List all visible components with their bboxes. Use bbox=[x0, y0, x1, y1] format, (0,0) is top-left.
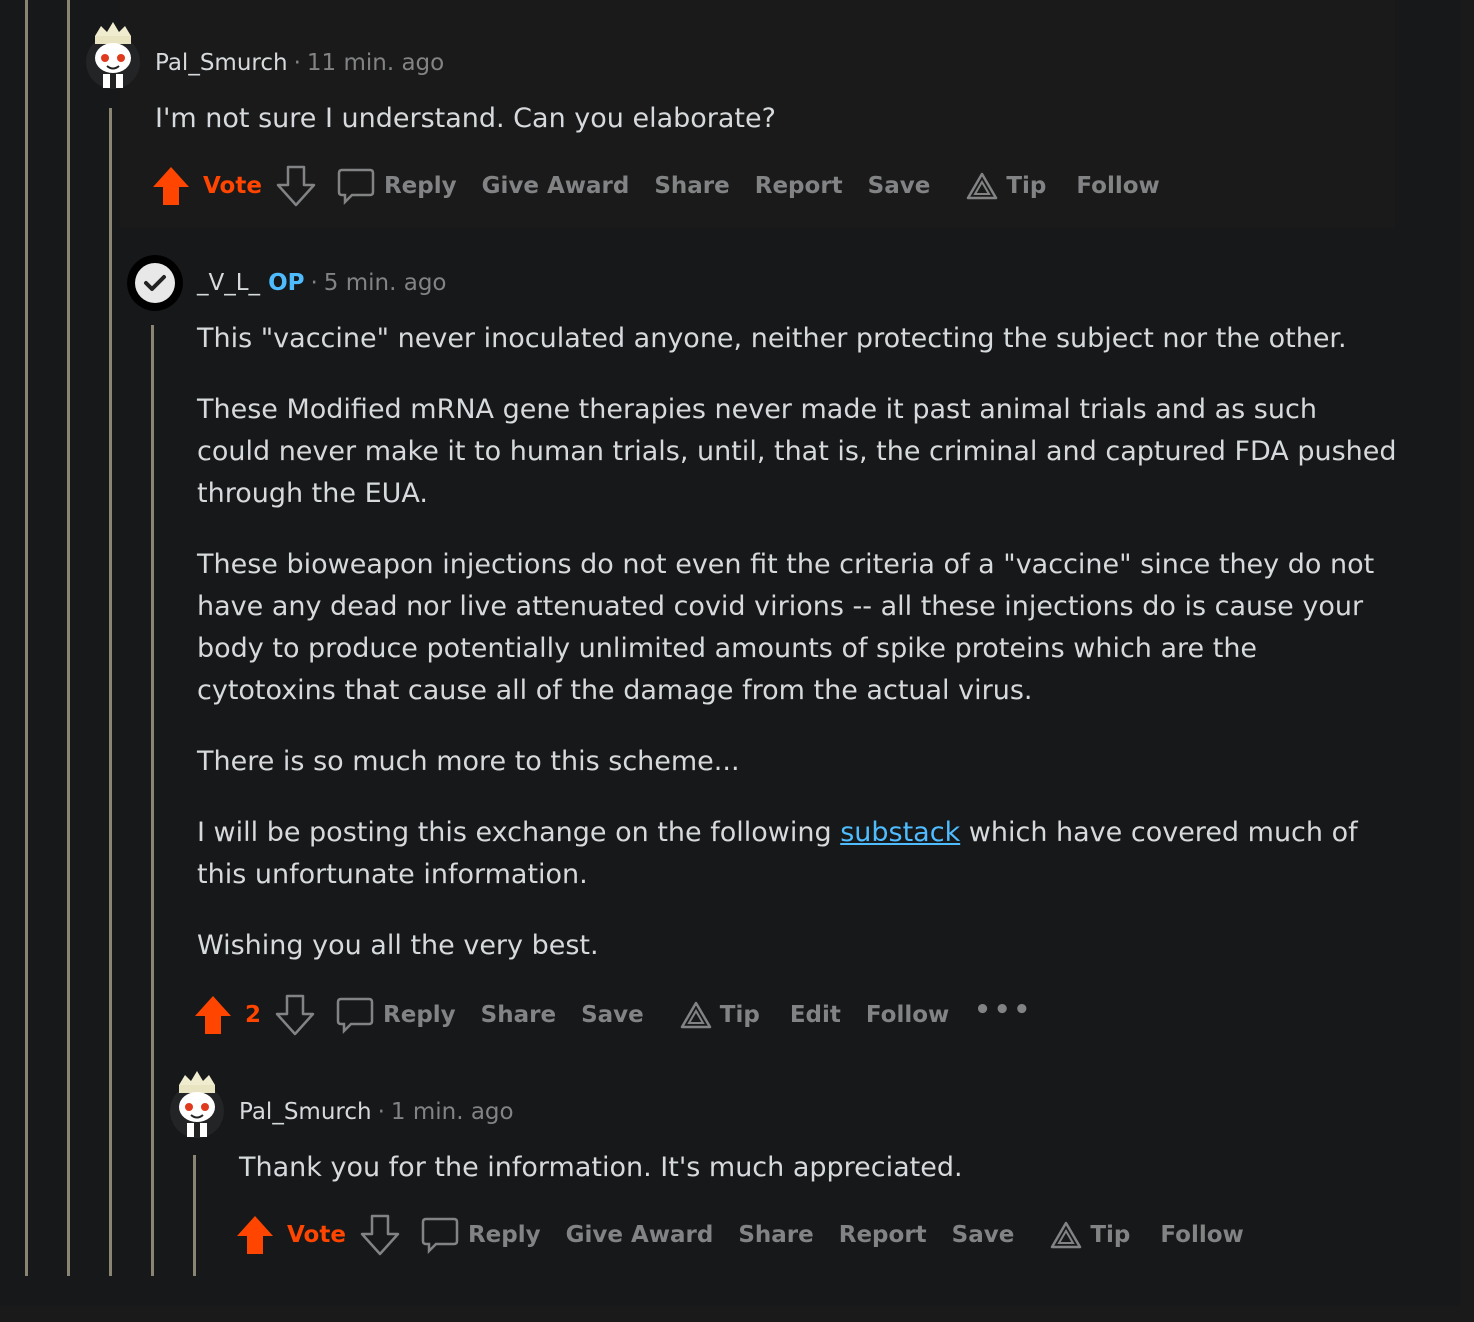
comment-body: I'm not sure I understand. Can you elabo… bbox=[155, 98, 1385, 169]
timestamp[interactable]: 5 min. ago bbox=[324, 270, 447, 296]
comment-paragraph: There is so much more to this scheme... bbox=[197, 746, 740, 777]
edit-label: Edit bbox=[789, 1002, 841, 1028]
comment-body: Thank you for the information. It's much… bbox=[239, 1147, 1389, 1218]
share-button[interactable]: Share bbox=[654, 173, 729, 199]
comment-bubble-icon bbox=[421, 1217, 459, 1255]
give-award-button[interactable]: Give Award bbox=[566, 1222, 714, 1248]
avatar[interactable] bbox=[127, 255, 183, 311]
share-label: Share bbox=[480, 1002, 557, 1028]
comment-paragraph: Thank you for the information. It's much… bbox=[239, 1152, 963, 1183]
comment-meta: _V_L_ OP · 5 min. ago bbox=[197, 270, 447, 296]
follow-button[interactable]: Follow bbox=[1160, 1222, 1243, 1248]
username[interactable]: Pal_Smurch bbox=[155, 50, 288, 76]
follow-button[interactable]: Follow bbox=[866, 1002, 949, 1028]
vote-count: Vote bbox=[287, 1222, 346, 1248]
share-button[interactable]: Share bbox=[481, 1002, 556, 1028]
share-label: Share bbox=[738, 1222, 814, 1248]
comment-paragraph-with-link: I will be posting this exchange on the f… bbox=[197, 812, 1397, 896]
save-label: Save bbox=[581, 1002, 644, 1028]
text: I will be posting this exchange on the f… bbox=[197, 817, 841, 848]
comment-bubble-icon bbox=[336, 997, 374, 1035]
reply-button[interactable]: Reply bbox=[335, 995, 456, 1035]
tip-button[interactable]: Tip bbox=[966, 172, 1046, 200]
give-award-button[interactable]: Give Award bbox=[482, 173, 630, 199]
reply-label: Reply bbox=[383, 1002, 456, 1028]
separator-dot: · bbox=[293, 50, 301, 76]
tip-button[interactable]: Tip bbox=[1050, 1221, 1130, 1249]
report-button[interactable]: Report bbox=[839, 1222, 927, 1248]
save-button[interactable]: Save bbox=[868, 173, 931, 199]
op-badge: OP bbox=[268, 270, 305, 296]
share-button[interactable]: Share bbox=[738, 1222, 813, 1248]
tip-label: Tip bbox=[719, 1002, 760, 1028]
give-award-label: Give Award bbox=[565, 1222, 714, 1248]
comment-paragraph: These bioweapon injections do not even f… bbox=[197, 549, 1375, 706]
comment-actions: Vote Reply Give Award Share Report Save … bbox=[151, 162, 1185, 210]
tip-icon bbox=[1051, 1221, 1082, 1249]
thread-line[interactable] bbox=[193, 1155, 196, 1276]
substack-link[interactable]: substack bbox=[840, 817, 960, 848]
comment-actions: 2 Reply Share Save Tip Edit Follow ••• bbox=[193, 991, 1058, 1039]
separator-dot: · bbox=[310, 270, 318, 296]
follow-button[interactable]: Follow bbox=[1076, 173, 1159, 199]
save-label: Save bbox=[867, 173, 931, 199]
report-label: Report bbox=[838, 1222, 927, 1248]
comment-body: This "vaccine" never inoculated anyone, … bbox=[197, 318, 1397, 996]
thread-line[interactable] bbox=[151, 325, 154, 1276]
comment-paragraph: I'm not sure I understand. Can you elabo… bbox=[155, 103, 776, 134]
downvote-icon[interactable] bbox=[275, 994, 315, 1036]
thread-line[interactable] bbox=[67, 0, 70, 1276]
edit-button[interactable]: Edit bbox=[790, 1002, 841, 1028]
username[interactable]: Pal_Smurch bbox=[239, 1099, 372, 1125]
tip-label: Tip bbox=[1090, 1222, 1131, 1248]
vote-count: Vote bbox=[203, 173, 262, 199]
more-options-icon[interactable]: ••• bbox=[974, 995, 1033, 1025]
save-button[interactable]: Save bbox=[952, 1222, 1015, 1248]
separator-dot: · bbox=[377, 1099, 385, 1125]
avatar[interactable] bbox=[85, 18, 141, 92]
upvote-icon[interactable] bbox=[151, 165, 191, 207]
tip-icon bbox=[967, 172, 998, 200]
reply-button[interactable]: Reply bbox=[336, 166, 457, 206]
downvote-icon[interactable] bbox=[360, 1214, 400, 1256]
tip-label: Tip bbox=[1006, 173, 1047, 199]
comment-meta: Pal_Smurch · 11 min. ago bbox=[155, 50, 444, 76]
comment-actions: Vote Reply Give Award Share Report Save … bbox=[235, 1211, 1269, 1259]
upvote-icon[interactable] bbox=[235, 1214, 275, 1256]
timestamp[interactable]: 1 min. ago bbox=[391, 1099, 514, 1125]
follow-label: Follow bbox=[865, 1002, 950, 1028]
thread-line[interactable] bbox=[25, 0, 28, 1276]
downvote-icon[interactable] bbox=[276, 165, 316, 207]
reply-label: Reply bbox=[467, 1222, 541, 1248]
report-button[interactable]: Report bbox=[755, 173, 843, 199]
follow-label: Follow bbox=[1076, 173, 1160, 199]
timestamp[interactable]: 11 min. ago bbox=[307, 50, 444, 76]
avatar[interactable] bbox=[169, 1067, 225, 1141]
report-label: Report bbox=[754, 173, 843, 199]
save-label: Save bbox=[951, 1222, 1015, 1248]
comment-bubble-icon bbox=[337, 168, 375, 206]
comment-paragraph: This "vaccine" never inoculated anyone, … bbox=[197, 323, 1347, 354]
username[interactable]: _V_L_ bbox=[197, 270, 260, 296]
upvote-icon[interactable] bbox=[193, 994, 233, 1036]
share-label: Share bbox=[654, 173, 730, 199]
tip-icon bbox=[680, 1001, 712, 1029]
tip-button[interactable]: Tip bbox=[680, 1001, 760, 1029]
reply-label: Reply bbox=[383, 173, 457, 199]
follow-label: Follow bbox=[1160, 1222, 1244, 1248]
thread-line[interactable] bbox=[109, 108, 112, 1276]
comment-meta: Pal_Smurch · 1 min. ago bbox=[239, 1099, 514, 1125]
save-button[interactable]: Save bbox=[581, 1002, 644, 1028]
comment-paragraph: Wishing you all the very best. bbox=[197, 930, 599, 961]
comment-paragraph: These Modified mRNA gene therapies never… bbox=[197, 394, 1397, 509]
reply-button[interactable]: Reply bbox=[420, 1215, 541, 1255]
vote-count: 2 bbox=[245, 1002, 262, 1028]
give-award-label: Give Award bbox=[481, 173, 630, 199]
